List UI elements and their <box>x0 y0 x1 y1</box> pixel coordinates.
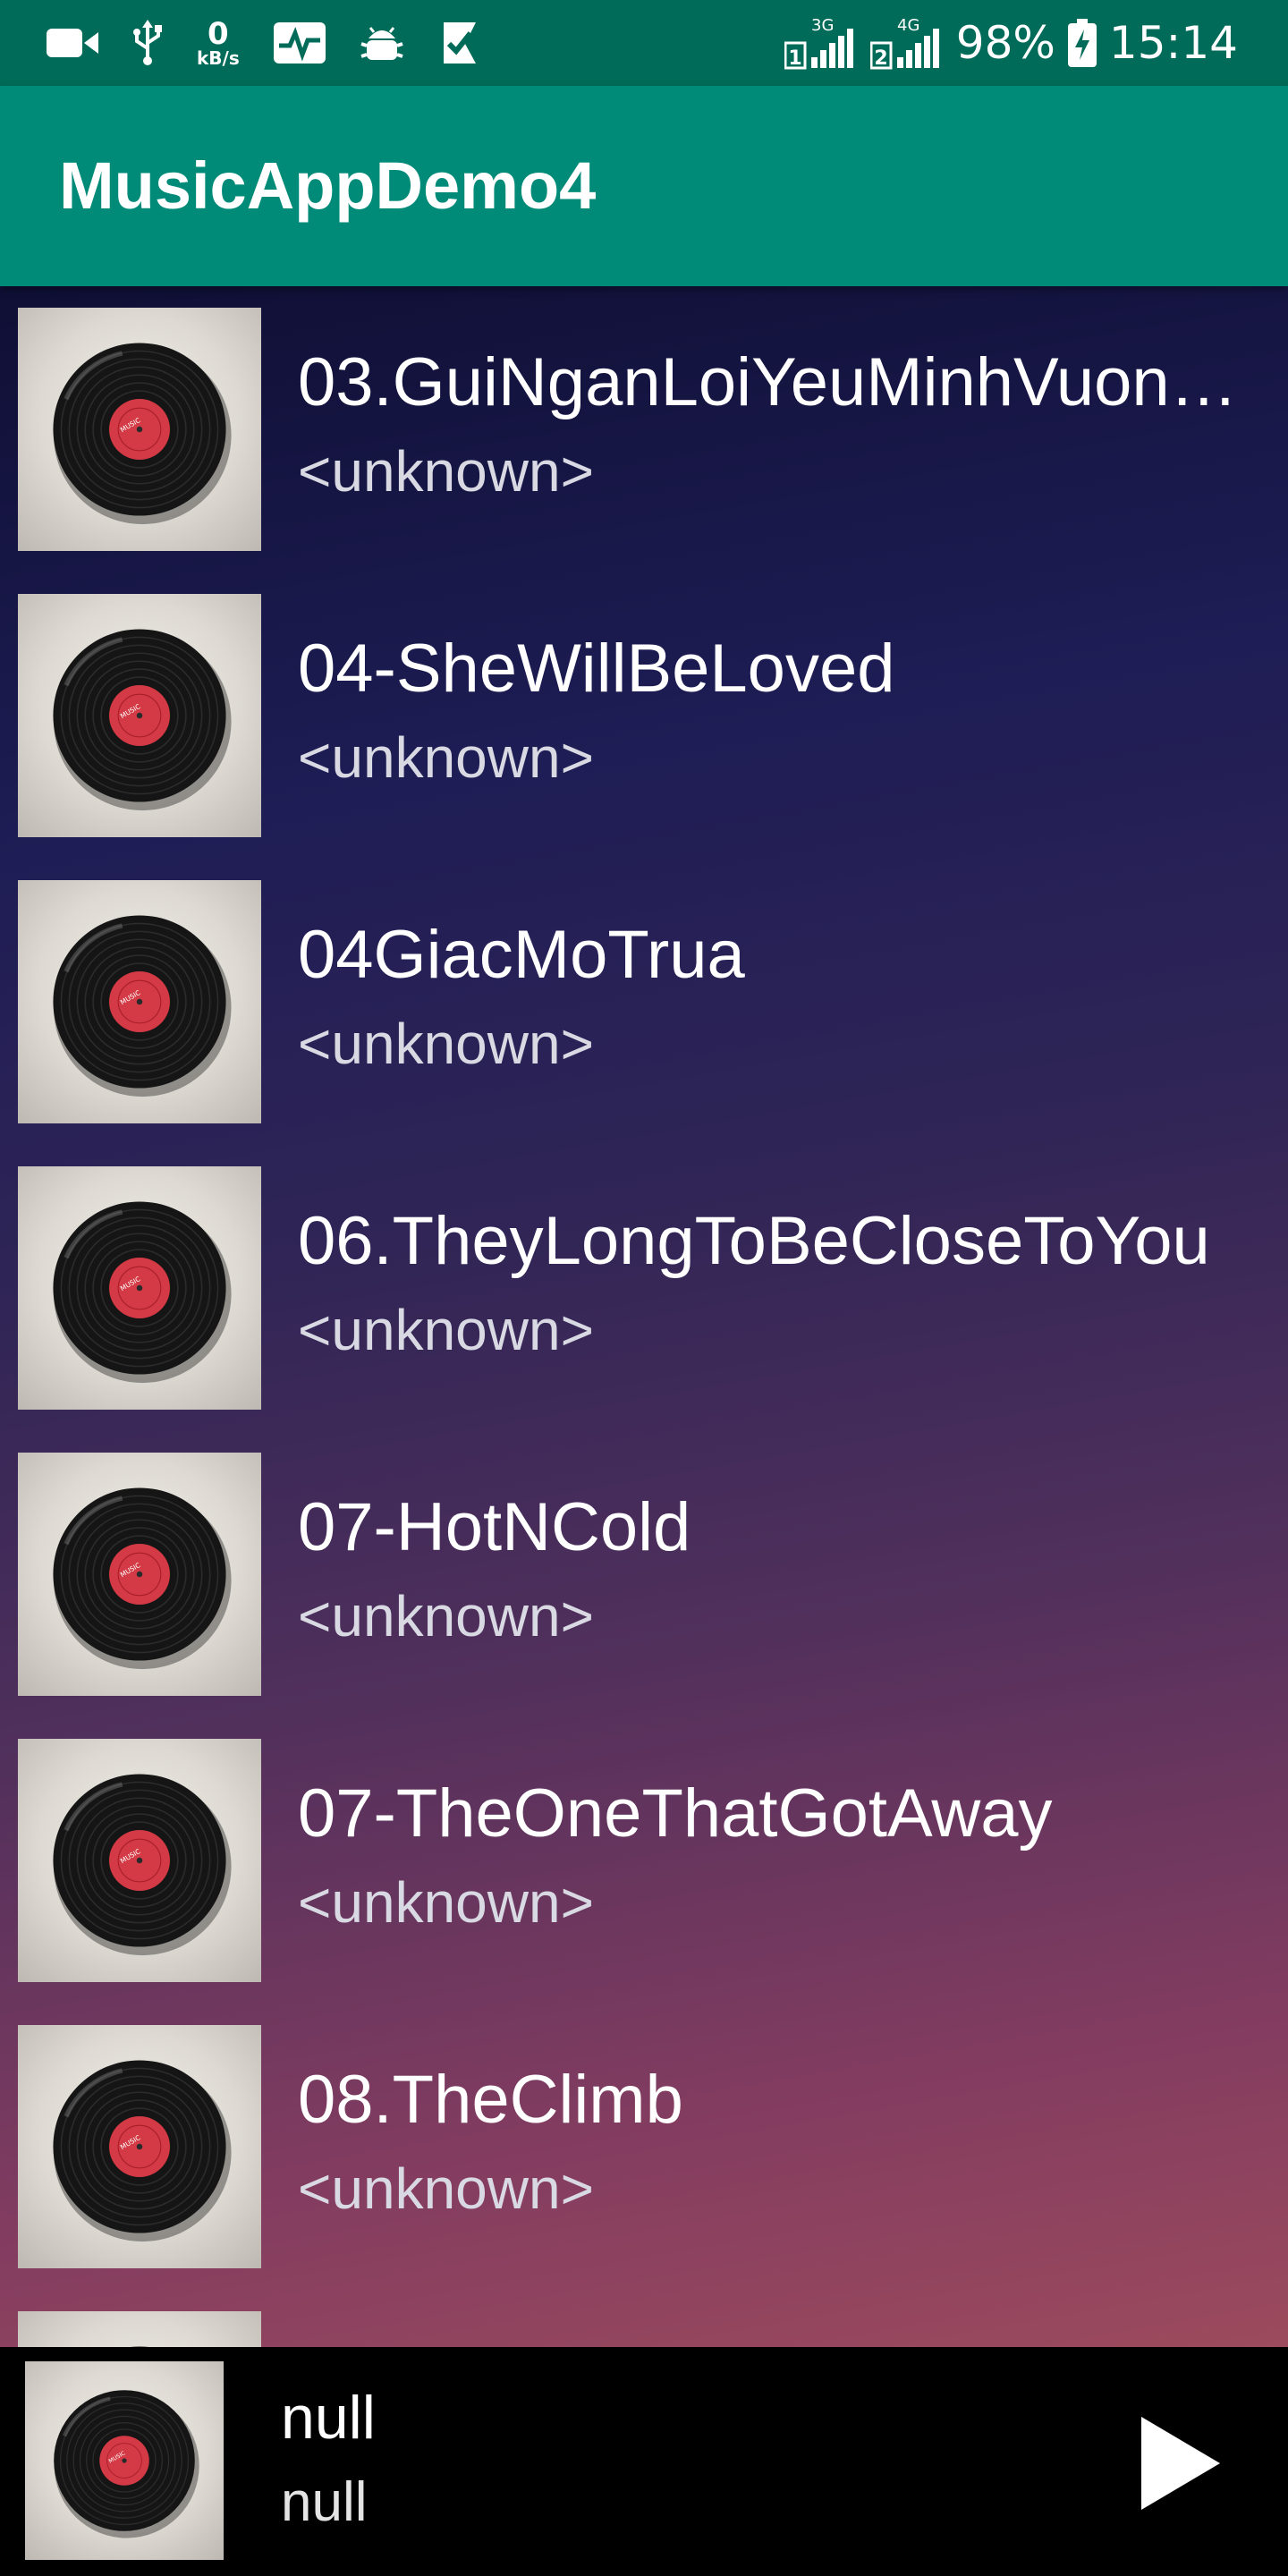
app-title: MusicAppDemo4 <box>59 148 597 223</box>
vinyl-record-icon: MUSIC <box>53 629 232 811</box>
battery-percent: 98% <box>955 17 1055 69</box>
song-list-item[interactable]: MUSIC 06.TheyLongToBeCloseToYou <unknown… <box>0 1145 1288 1431</box>
song-artist: <unknown> <box>298 2157 594 2221</box>
song-list-item[interactable]: MUSIC 07-HotNCold <unknown> <box>0 1431 1288 1717</box>
net-speed-value: 0 <box>208 16 229 52</box>
song-artist: <unknown> <box>298 1584 594 1648</box>
song-title: 07-HotNCold <box>298 1490 691 1565</box>
sim1-network: 3G <box>811 16 834 35</box>
battery-charging-icon <box>1067 19 1097 67</box>
song-artist: <unknown> <box>298 439 594 504</box>
song-artist: <unknown> <box>298 1012 594 1076</box>
album-art: MUSIC <box>18 1453 261 1696</box>
vinyl-record-icon: MUSIC <box>130 2346 149 2347</box>
video-camera-icon <box>47 29 98 57</box>
song-list-item-partial[interactable]: MUSIC <box>0 2290 1288 2347</box>
song-artist: <unknown> <box>298 725 594 790</box>
song-list[interactable]: MUSIC 03.GuiNganLoiYeuMinhVuongDuyenPhan… <box>0 286 1288 2347</box>
app-bar: MusicAppDemo4 <box>0 86 1288 286</box>
song-list-item[interactable]: MUSIC 04GiacMoTrua <unknown> <box>0 859 1288 1145</box>
play-icon <box>1141 2417 1220 2510</box>
album-art: MUSIC <box>18 308 261 551</box>
activity-monitor-icon <box>273 22 326 64</box>
vinyl-record-icon: MUSIC <box>53 2060 232 2242</box>
vinyl-record-icon: MUSIC <box>53 343 232 525</box>
net-speed-unit: kB/s <box>197 47 240 69</box>
now-playing-bar[interactable]: MUSIC null null <box>0 2347 1288 2576</box>
song-artist: <unknown> <box>298 1298 594 1362</box>
sim2-slot: 2 <box>874 47 887 70</box>
kbs-speed-icon: 0 kB/s <box>197 19 240 67</box>
song-title: 03.GuiNganLoiYeuMinhVuongDuyenPhan <box>298 345 1264 420</box>
now-playing-album-art: MUSIC <box>25 2361 224 2560</box>
album-art: MUSIC <box>18 2025 261 2268</box>
vinyl-record-icon: MUSIC <box>53 1201 232 1384</box>
clock: 15:14 <box>1108 17 1238 69</box>
vinyl-record-icon: MUSIC <box>53 1487 232 1670</box>
song-title: 04GiacMoTrua <box>298 918 745 993</box>
task-check-icon <box>443 22 476 64</box>
song-artist: <unknown> <box>298 1870 594 1935</box>
song-list-item[interactable]: MUSIC 04-SheWillBeLoved <unknown> <box>0 572 1288 859</box>
usb-icon <box>133 20 162 65</box>
status-bar: 0 kB/s 1 3G 2 4G 98% 15:14 <box>0 0 1288 86</box>
album-art: MUSIC <box>18 1739 261 1982</box>
signal-3g-sim1-icon: 1 3G <box>784 16 853 70</box>
album-art: MUSIC <box>18 880 261 1123</box>
vinyl-record-icon: MUSIC <box>53 1774 232 1956</box>
now-playing-artist: null <box>281 2471 368 2533</box>
sim1-slot: 1 <box>788 47 801 70</box>
vinyl-record-icon: MUSIC <box>53 915 232 1097</box>
song-title: 07-TheOneThatGotAway <box>298 1776 1053 1852</box>
signal-4g-sim2-icon: 2 4G <box>869 16 939 70</box>
sim2-network: 4G <box>897 16 919 35</box>
now-playing-title: null <box>281 2384 376 2452</box>
vinyl-record-icon: MUSIC <box>54 2390 199 2538</box>
song-list-item[interactable]: MUSIC 07-TheOneThatGotAway <unknown> <box>0 1717 1288 2004</box>
android-debug-icon <box>360 27 403 60</box>
song-title: 06.TheyLongToBeCloseToYou <box>298 1204 1210 1279</box>
album-art: MUSIC <box>18 1166 261 1410</box>
song-title: 04-SheWillBeLoved <box>298 631 895 707</box>
song-list-item[interactable]: MUSIC 08.TheClimb <unknown> <box>0 2004 1288 2290</box>
song-list-item[interactable]: MUSIC 03.GuiNganLoiYeuMinhVuongDuyenPhan… <box>0 286 1288 572</box>
album-art: MUSIC <box>18 594 261 837</box>
song-title: 08.TheClimb <box>298 2063 683 2138</box>
play-button[interactable] <box>1123 2410 1231 2517</box>
album-art: MUSIC <box>18 2311 261 2347</box>
